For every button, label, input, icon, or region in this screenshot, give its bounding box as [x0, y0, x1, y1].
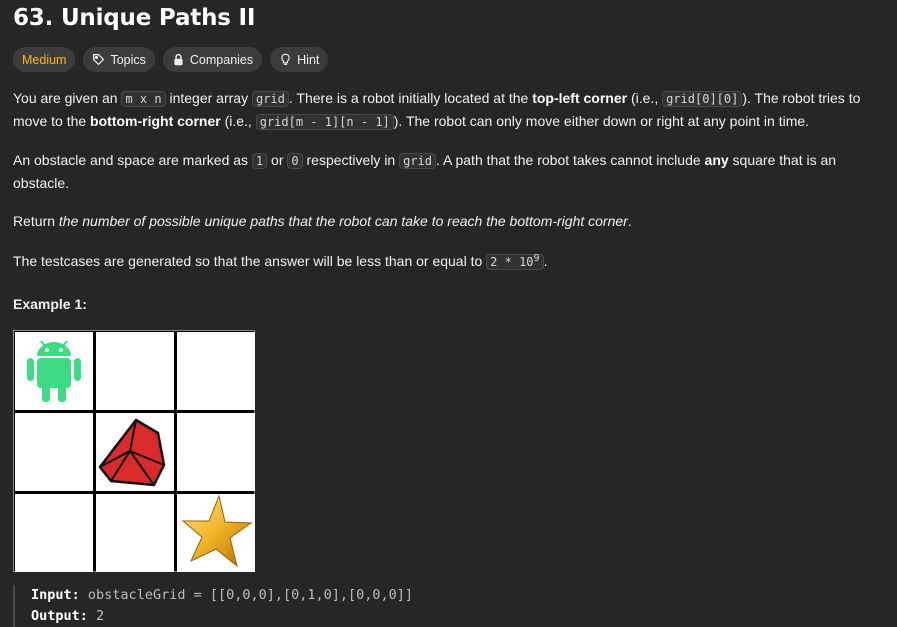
code-grid-00: grid[0][0] [662, 91, 743, 107]
text: (i.e., [627, 90, 663, 106]
difficulty-badge[interactable]: Medium [13, 47, 76, 72]
grid-cell-0-2 [177, 332, 255, 410]
code-zero: 0 [287, 153, 303, 169]
text: respectively in [302, 152, 400, 168]
lightbulb-icon [281, 53, 290, 65]
code-limit-exponent: 9 [533, 253, 540, 264]
bold-any: any [704, 152, 729, 168]
description-paragraph-1: You are given an m x n integer array gri… [13, 87, 888, 133]
code-limit-base: 2 * 10 [490, 255, 534, 269]
description-paragraph-3: Return the number of possible unique pat… [13, 210, 888, 232]
example-grid-image [13, 330, 255, 572]
description-paragraph-4: The testcases are generated so that the … [13, 248, 888, 273]
text: or [267, 152, 288, 168]
grid-cell-2-1 [96, 494, 174, 572]
italic-return: the number of possible unique paths that… [58, 213, 628, 229]
text: ). The robot can only move either down o… [393, 113, 810, 129]
problem-tags: Medium Topics Companies Hint [13, 47, 329, 72]
code-grid: grid [251, 91, 289, 107]
input-label: Input: [31, 587, 80, 603]
text: You are given an [13, 90, 122, 106]
topics-label: Topics [110, 52, 146, 67]
obstacle-rock-icon [98, 418, 166, 487]
hint-label: Hint [297, 52, 320, 67]
code-grid-mn: grid[m - 1][n - 1] [255, 114, 394, 130]
text: Return [13, 213, 59, 229]
difficulty-label: Medium [22, 52, 67, 67]
companies-label: Companies [189, 52, 254, 67]
problem-title: 63. Unique Paths II [13, 5, 256, 31]
description-paragraph-2: An obstacle and space are marked as 1 or… [13, 149, 888, 194]
text: The testcases are generated so that the … [13, 253, 487, 269]
code-grid: grid [399, 153, 437, 169]
grid-cell-0-0 [15, 332, 93, 410]
companies-button[interactable]: Companies [162, 47, 263, 72]
example-title: Example 1: [13, 296, 87, 312]
text: integer array [165, 90, 252, 106]
grid-cell-0-1 [96, 332, 174, 410]
example-output-line: Output: 2 [31, 606, 413, 627]
grid-cell-2-0 [15, 494, 93, 572]
text: . There is a robot initially located at … [288, 90, 533, 106]
output-value: 2 [96, 608, 105, 624]
hint-button[interactable]: Hint [270, 47, 329, 72]
topics-button[interactable]: Topics [83, 47, 155, 72]
example-input-line: Input: obstacleGrid = [[0,0,0],[0,1,0],[… [31, 585, 413, 606]
tag-icon [93, 54, 105, 66]
text: (i.e., [220, 113, 256, 129]
lock-icon [174, 53, 183, 66]
grid-cell-1-0 [15, 413, 93, 491]
grid-cell-1-1 [96, 413, 174, 491]
output-label: Output: [31, 608, 88, 624]
problem-description: You are given an m x n integer array gri… [13, 87, 888, 289]
text: . [627, 213, 632, 229]
android-robot-icon [27, 340, 81, 402]
bold-bottom-right: bottom-right corner [90, 113, 221, 129]
code-one: 1 [251, 153, 268, 169]
input-value: obstacleGrid = [[0,0,0],[0,1,0],[0,0,0]] [87, 587, 414, 603]
text: . A path that the robot takes cannot inc… [436, 152, 705, 168]
star-goal-icon [181, 494, 253, 568]
example-io-block: Input: obstacleGrid = [[0,0,0],[0,1,0],[… [13, 585, 413, 627]
grid-cell-2-2 [177, 494, 255, 572]
code-limit: 2 * 109 [486, 253, 544, 270]
text: . [543, 253, 548, 269]
text: An obstacle and space are marked as [13, 152, 252, 168]
grid-cell-1-2 [177, 413, 255, 491]
code-m-x-n: m x n [121, 91, 166, 107]
bold-top-left: top-left corner [532, 90, 628, 106]
